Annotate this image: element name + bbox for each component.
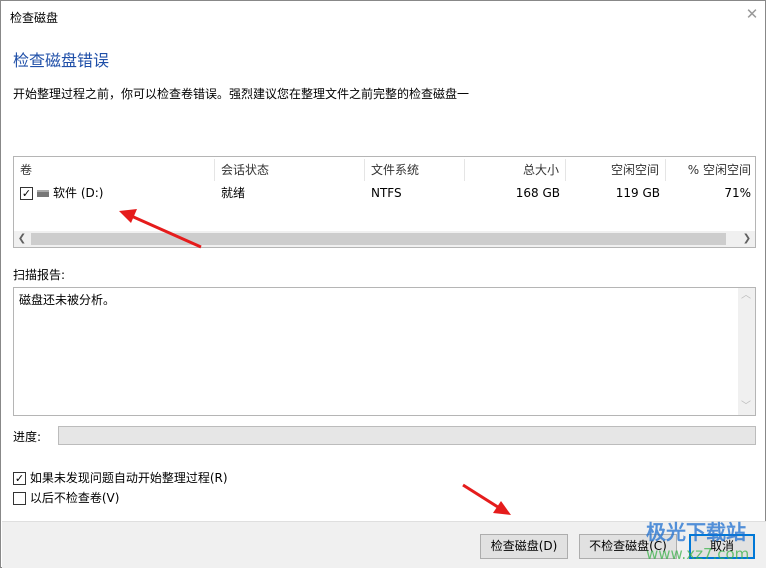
check-disk-dialog: 检查磁盘 ✕ 检查磁盘错误 开始整理过程之前，你可以检查卷错误。强烈建议您在整理… <box>0 0 766 568</box>
arrow-icon <box>462 483 511 515</box>
arrow-icon <box>119 209 202 249</box>
annotation-arrows <box>119 209 511 515</box>
